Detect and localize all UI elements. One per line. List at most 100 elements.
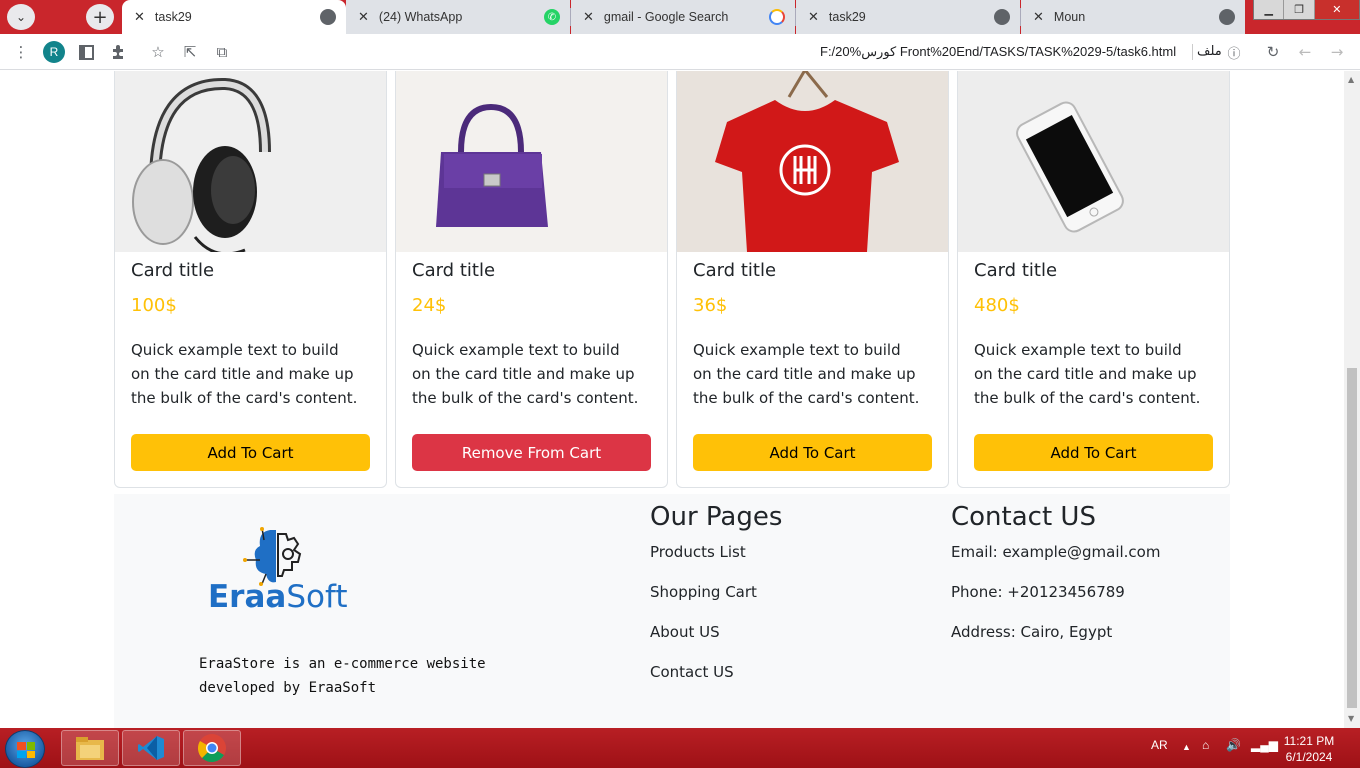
side-panel-icon[interactable] xyxy=(76,42,96,62)
restore-button[interactable]: ❐ xyxy=(1284,0,1315,19)
tab-title: task29 xyxy=(828,10,866,24)
scrollbar-thumb[interactable] xyxy=(1347,368,1357,708)
footer-link-contact-us[interactable]: Contact US xyxy=(650,663,734,681)
card-price: 24$ xyxy=(412,295,447,316)
smartphone-image xyxy=(958,71,1229,252)
card-price: 480$ xyxy=(974,295,1020,316)
menu-kebab-icon[interactable]: ⋮ xyxy=(11,42,31,62)
chevron-down-icon: ⌄ xyxy=(15,10,27,24)
tab-moun[interactable]: ✕ Moun xyxy=(1021,0,1245,34)
extensions-puzzle-icon[interactable] xyxy=(108,42,128,62)
card-price: 100$ xyxy=(131,295,177,316)
card-title: Card title xyxy=(974,260,1058,281)
scroll-up-icon[interactable]: ▲ xyxy=(1348,75,1354,84)
card-text: Quick example text to build on the card … xyxy=(974,341,1201,407)
reload-icon[interactable]: ↻ xyxy=(1263,42,1283,62)
our-pages-heading: Our Pages xyxy=(650,502,783,532)
plus-icon: + xyxy=(92,6,108,28)
window-close-button[interactable]: ✕ xyxy=(1314,0,1359,19)
card-text: Quick example text to build on the card … xyxy=(412,341,639,407)
globe-icon xyxy=(320,9,336,25)
windows-logo-icon xyxy=(17,742,35,758)
signal-bars-icon[interactable]: ▂▄▆ xyxy=(1251,738,1278,752)
scroll-down-icon[interactable]: ▼ xyxy=(1348,714,1354,723)
globe-icon xyxy=(1219,9,1235,25)
globe-icon xyxy=(994,9,1010,25)
whatsapp-icon: ✆ xyxy=(544,9,560,25)
google-icon xyxy=(769,9,785,25)
footer-link-shopping-cart[interactable]: Shopping Cart xyxy=(650,583,757,601)
add-to-cart-button[interactable]: Add To Cart xyxy=(693,434,932,471)
language-indicator[interactable]: AR xyxy=(1151,738,1168,752)
vscode-icon[interactable] xyxy=(122,730,180,766)
taskbar-clock[interactable]: 11:21 PM 6/1/2024 xyxy=(1280,733,1338,765)
card-text: Quick example text to build on the card … xyxy=(693,341,920,407)
tab-strip: ⌄ + ✕ task29 ✕ (24) WhatsApp ✆ ✕ gmail -… xyxy=(0,0,1360,34)
card-price: 36$ xyxy=(693,295,728,316)
tab-title: (24) WhatsApp xyxy=(378,10,463,24)
tray-expand-icon[interactable]: ▲ xyxy=(1182,742,1191,752)
page-scrollbar[interactable]: ▲ ▼ xyxy=(1344,71,1360,728)
clock-date: 6/1/2024 xyxy=(1285,750,1333,764)
window-controls: ▁ ❐ ✕ xyxy=(1253,0,1360,20)
t-shirt-image xyxy=(677,71,948,252)
network-icon[interactable]: ⌂ xyxy=(1202,738,1209,752)
tab-task29[interactable]: ✕ task29 xyxy=(796,0,1020,34)
url-file-label: ملف xyxy=(1197,44,1222,59)
chrome-icon[interactable] xyxy=(183,730,241,766)
profile-avatar[interactable]: R xyxy=(43,41,65,63)
clock-time: 11:21 PM xyxy=(1283,734,1335,748)
product-card: Card title 100$ Quick example text to bu… xyxy=(114,71,387,488)
close-tab-icon[interactable]: ✕ xyxy=(1033,9,1044,25)
product-card: Card title 36$ Quick example text to bui… xyxy=(676,71,949,488)
contact-address: Address: Cairo, Egypt xyxy=(951,623,1113,641)
cast-icon[interactable]: ⧉ xyxy=(212,42,232,62)
minimize-button[interactable]: ▁ xyxy=(1254,0,1285,19)
close-tab-icon[interactable]: ✕ xyxy=(583,9,594,25)
card-text: Quick example text to build on the card … xyxy=(131,341,358,407)
volume-icon[interactable]: 🔊 xyxy=(1226,738,1241,752)
share-icon[interactable]: ⇱ xyxy=(180,42,200,62)
card-title: Card title xyxy=(693,260,777,281)
tab-gmail-search[interactable]: ✕ gmail - Google Search xyxy=(571,0,795,34)
add-to-cart-button[interactable]: Add To Cart xyxy=(974,434,1213,471)
brand-name-bold: Eraa xyxy=(208,579,287,615)
close-tab-icon[interactable]: ✕ xyxy=(808,9,819,25)
page-viewport: Card title 100$ Quick example text to bu… xyxy=(0,71,1344,728)
remove-from-cart-button[interactable]: Remove From Cart xyxy=(412,434,651,471)
brand-name: EraaSoft xyxy=(208,579,347,615)
close-tab-icon[interactable]: ✕ xyxy=(358,9,369,25)
about-text: EraaStore is an e-commerce website devel… xyxy=(199,656,486,696)
tab-title: task29 xyxy=(154,10,192,24)
headphones-image xyxy=(115,71,386,252)
tab-title: Moun xyxy=(1053,10,1086,24)
brand-name-light: Soft xyxy=(286,579,348,615)
footer: EraaSoft EraaStore is an e-commerce webs… xyxy=(114,494,1230,728)
url-separator xyxy=(1192,44,1193,60)
card-title: Card title xyxy=(131,260,215,281)
site-info-icon[interactable]: ⓘ xyxy=(1224,42,1244,62)
footer-link-about-us[interactable]: About US xyxy=(650,623,720,641)
file-explorer-icon[interactable] xyxy=(61,730,119,766)
tab-whatsapp[interactable]: ✕ (24) WhatsApp ✆ xyxy=(346,0,570,34)
browser-toolbar: ⋮ R ☆ ⇱ ⧉ F:/20%كورس Front%20End/TASKS/T… xyxy=(0,34,1360,70)
back-icon[interactable]: ← xyxy=(1295,42,1315,62)
product-card: Card title 480$ Quick example text to bu… xyxy=(957,71,1230,488)
bookmark-star-icon[interactable]: ☆ xyxy=(148,42,168,62)
contact-phone: Phone: +20123456789 xyxy=(951,583,1125,601)
omnibox[interactable]: ☆ ⇱ ⧉ F:/20%كورس Front%20End/TASKS/TASK%… xyxy=(140,38,1252,66)
new-tab-button[interactable]: + xyxy=(86,4,114,30)
tab-title: gmail - Google Search xyxy=(603,10,729,24)
close-tab-icon[interactable]: ✕ xyxy=(134,9,145,25)
add-to-cart-button[interactable]: Add To Cart xyxy=(131,434,370,471)
tab-search-button[interactable]: ⌄ xyxy=(7,4,35,30)
forward-icon[interactable]: → xyxy=(1327,42,1347,62)
product-card: Card title 24$ Quick example text to bui… xyxy=(395,71,668,488)
handbag-image xyxy=(396,71,667,252)
contact-us-heading: Contact US xyxy=(951,502,1096,532)
url-text: F:/20%كورس Front%20End/TASKS/TASK%2029-5… xyxy=(820,44,1177,59)
start-button[interactable] xyxy=(5,730,45,768)
footer-link-products-list[interactable]: Products List xyxy=(650,543,746,561)
tab-task29-active[interactable]: ✕ task29 xyxy=(122,0,346,34)
card-title: Card title xyxy=(412,260,496,281)
